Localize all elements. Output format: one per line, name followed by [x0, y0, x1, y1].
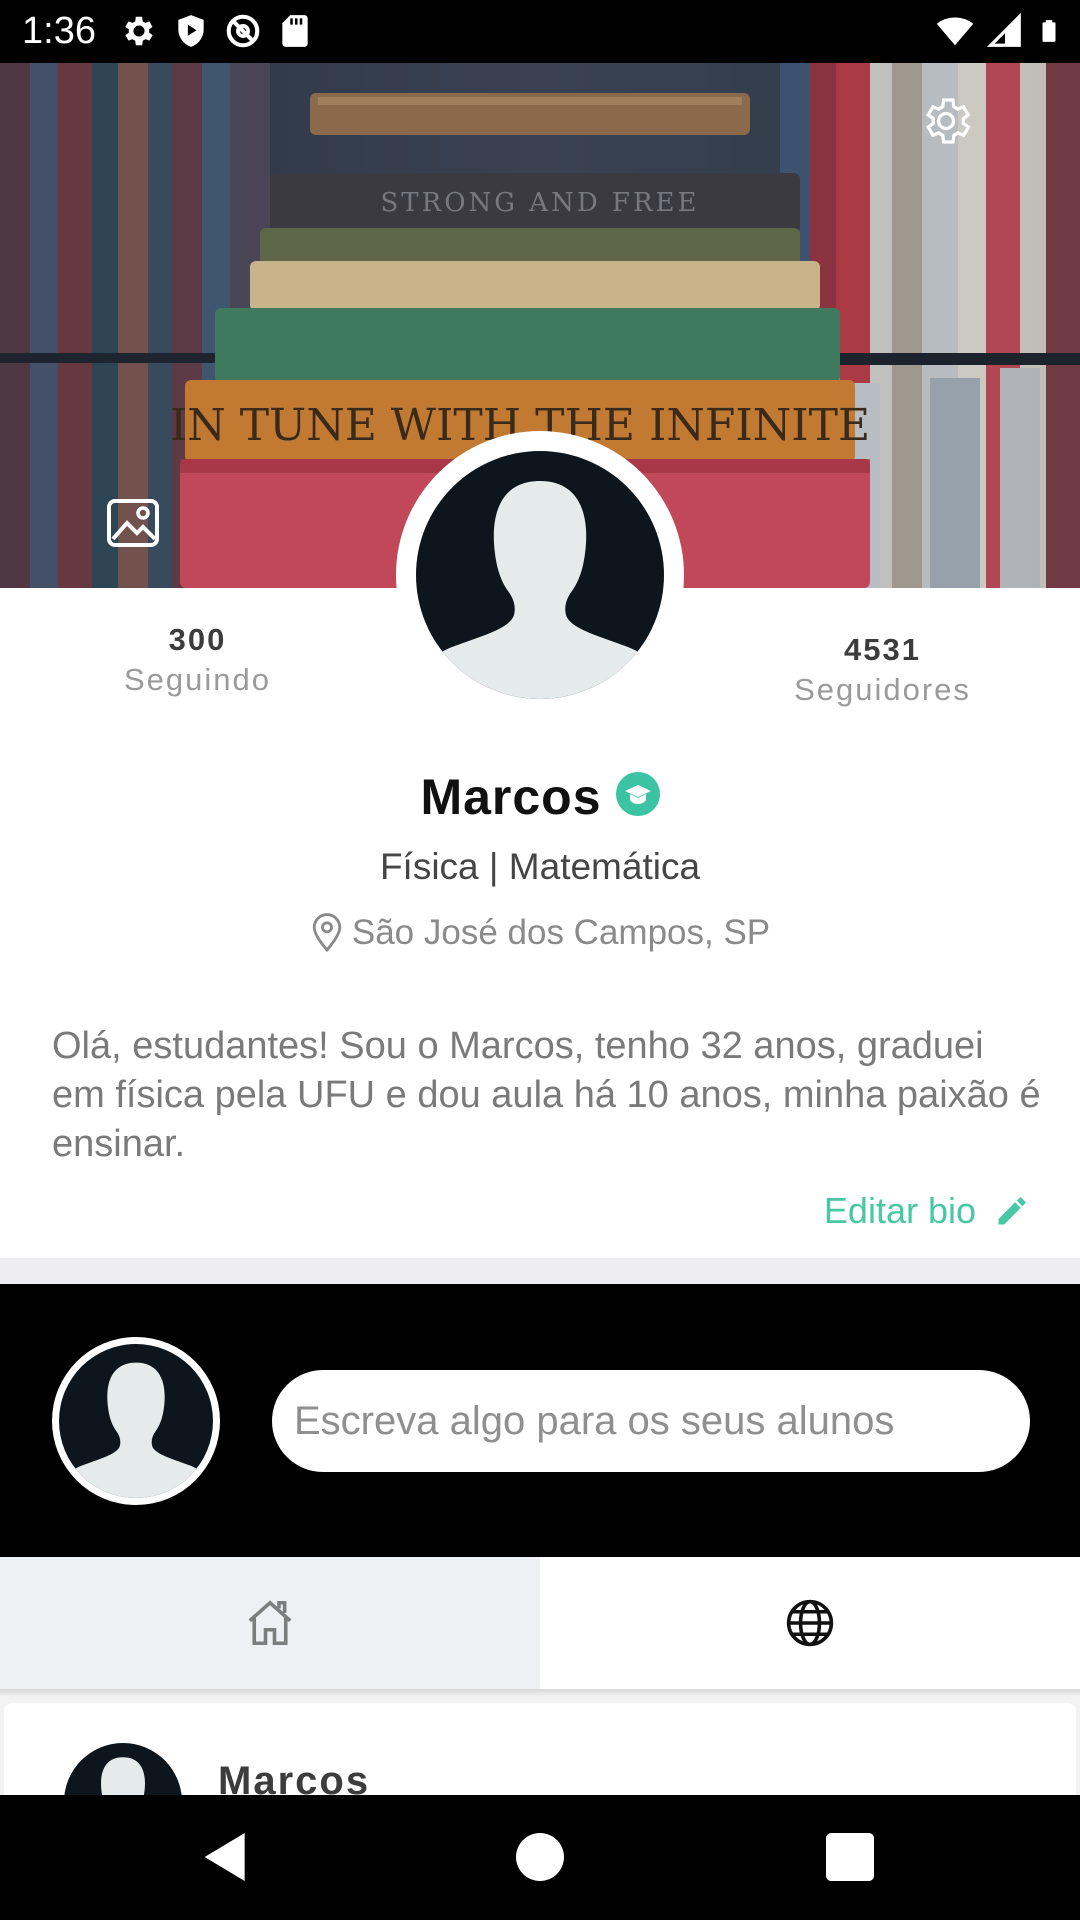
following-count: 300 — [168, 622, 227, 657]
edit-bio-button[interactable]: Editar bio — [824, 1190, 1030, 1232]
book-spine-text: STRONG AND FREE — [380, 188, 699, 218]
home-circle-icon[interactable] — [508, 1825, 572, 1889]
feed-tabs — [0, 1557, 1080, 1689]
profile-location: São José dos Campos, SP — [351, 913, 771, 952]
wifi-icon — [936, 17, 974, 46]
post-card[interactable]: Marcos — [4, 1703, 1076, 1795]
settings-icon — [125, 16, 153, 46]
home-icon — [248, 1600, 292, 1646]
recents-icon[interactable] — [818, 1825, 882, 1889]
status-time: 1:36 — [22, 10, 96, 52]
post-input[interactable] — [272, 1370, 1030, 1472]
composer-avatar — [52, 1337, 220, 1505]
sd-card-icon — [282, 15, 308, 47]
tab-home[interactable] — [0, 1557, 540, 1689]
person-silhouette-icon — [101, 1757, 145, 1795]
following-stat[interactable]: 300 Seguindo — [100, 622, 295, 698]
following-label: Seguindo — [123, 662, 271, 697]
gear-icon[interactable] — [918, 93, 974, 149]
person-silhouette-icon — [428, 481, 652, 699]
followers-stat[interactable]: 4531 Seguidores — [770, 632, 995, 708]
profile-avatar[interactable] — [396, 431, 684, 719]
followers-label: Seguidores — [794, 672, 971, 707]
profile-name-row: Marcos — [0, 768, 1080, 826]
at-sign-icon — [226, 14, 260, 48]
system-nav-bar — [0, 1795, 1080, 1920]
graduation-cap-badge-icon — [615, 772, 660, 816]
followers-count: 4531 — [844, 632, 921, 667]
section-divider — [0, 1258, 1080, 1284]
status-bar: 1:36 — [0, 0, 1080, 63]
profile-bio: Olá, estudantes! Sou o Marcos, tenho 32 … — [52, 1025, 1041, 1165]
profile-name: Marcos — [420, 769, 602, 825]
profile-location-row: São José dos Campos, SP — [0, 913, 1080, 953]
pencil-icon — [998, 1197, 1026, 1225]
location-pin-icon — [312, 913, 342, 953]
post-composer — [0, 1284, 1080, 1557]
edit-bio-label: Editar bio — [823, 1190, 976, 1231]
back-icon[interactable] — [194, 1825, 258, 1889]
tab-global[interactable] — [540, 1557, 1080, 1689]
person-silhouette-icon — [66, 1362, 206, 1498]
tabs-shadow — [0, 1689, 1080, 1697]
image-icon[interactable] — [105, 497, 161, 549]
battery-icon — [1042, 20, 1056, 42]
globe-icon — [786, 1599, 834, 1647]
cell-signal-icon — [986, 12, 1021, 47]
profile-subjects: Física | Matemática — [379, 846, 701, 887]
play-protect-icon — [178, 15, 204, 47]
post-author-avatar[interactable] — [64, 1743, 182, 1795]
post-author-name[interactable]: Marcos — [218, 1759, 370, 1795]
